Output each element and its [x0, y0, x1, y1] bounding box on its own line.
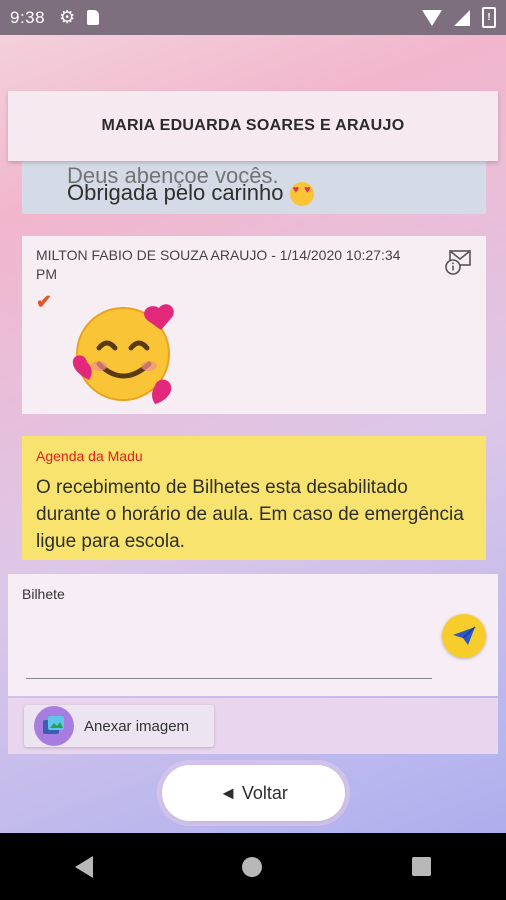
incoming-message: MILTON FABIO DE SOUZA ARAUJO - 1/14/2020… [22, 236, 486, 414]
school-notice: Agenda da Madu O recebimento de Bilhetes… [22, 436, 486, 560]
attach-image-label: Anexar imagem [84, 717, 190, 735]
notice-body: O recebimento de Bilhetes esta desabilit… [36, 477, 464, 552]
image-gallery-icon [34, 706, 74, 746]
compose-area: Bilhete [8, 574, 498, 696]
paper-plane-icon [453, 626, 476, 645]
nav-home-icon[interactable] [242, 856, 263, 877]
page-title: MARIA EDUARDA SOARES E ARAUJO [8, 91, 498, 161]
back-button[interactable]: ◄ Voltar [162, 765, 345, 821]
battery-alert-glyph: ! [487, 12, 491, 23]
status-time: 9:38 [10, 7, 46, 27]
message-input[interactable] [26, 604, 432, 679]
message-list[interactable]: Deus abençoe vocês. Obrigada pelo carinh… [8, 161, 498, 571]
message-line: Obrigada pelo carinho [67, 180, 314, 207]
nav-back-icon[interactable] [74, 855, 93, 878]
battery-alert-icon: ! [482, 7, 496, 28]
outgoing-message: Deus abençoe vocês. Obrigada pelo carinh… [22, 161, 486, 214]
nav-recent-apps-icon[interactable] [412, 857, 432, 876]
attach-row: Anexar imagem [8, 698, 498, 754]
send-button[interactable] [442, 614, 486, 658]
message-sender: MILTON FABIO DE SOUZA ARAUJO - 1/14/2020… [36, 247, 401, 282]
smiling-face-with-hearts-emoji-icon [72, 304, 174, 404]
sd-card-icon [87, 10, 100, 25]
system-nav-bar [0, 833, 506, 900]
attach-image-button[interactable]: Anexar imagem [24, 705, 214, 747]
message-line-text: Obrigada pelo carinho [67, 180, 284, 205]
status-bar: 9:38 ⚙ ! [0, 0, 506, 35]
wifi-icon [422, 9, 442, 26]
settings-gear-icon: ⚙ [59, 7, 76, 27]
cell-signal-icon [454, 9, 470, 26]
read-check-icon: ✔ [36, 292, 52, 313]
mail-info-icon[interactable] [444, 250, 472, 276]
message-field-label: Bilhete [22, 586, 65, 602]
heart-eyes-emoji-icon [289, 182, 314, 207]
notice-title: Agenda da Madu [36, 448, 143, 464]
